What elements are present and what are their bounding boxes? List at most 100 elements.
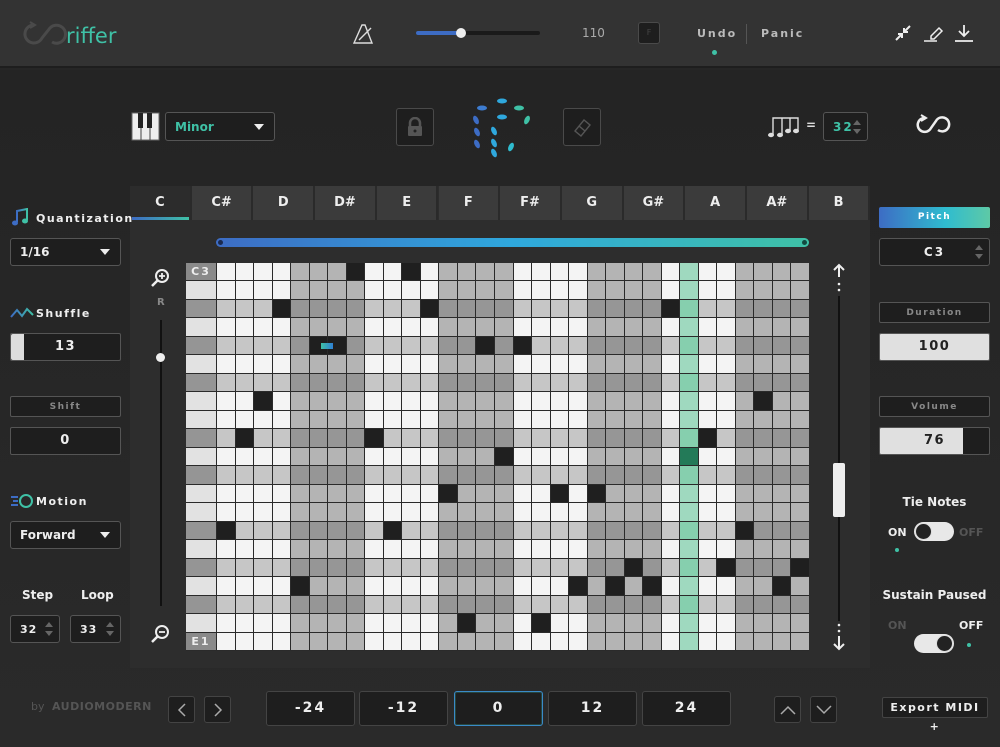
grid-cell[interactable] xyxy=(420,281,439,299)
grid-cell[interactable] xyxy=(624,318,643,336)
grid-cell[interactable] xyxy=(439,318,457,336)
grid-cell[interactable] xyxy=(457,373,476,392)
grid-cell[interactable] xyxy=(587,281,606,299)
grid-cell[interactable] xyxy=(346,466,365,484)
grid-cell[interactable] xyxy=(439,558,457,577)
grid-cell[interactable] xyxy=(791,318,809,336)
grid-cell[interactable] xyxy=(272,355,291,373)
grid-cell[interactable] xyxy=(439,577,457,595)
note-cell[interactable] xyxy=(291,577,309,595)
grid-cell[interactable] xyxy=(235,447,254,466)
grid-cell[interactable] xyxy=(439,614,457,632)
grid-cell[interactable] xyxy=(328,540,346,558)
grid-cell[interactable] xyxy=(606,355,624,373)
grid-cell[interactable] xyxy=(476,521,494,540)
grid-cell[interactable] xyxy=(661,466,680,484)
grid-cell[interactable] xyxy=(402,392,420,410)
zoom-slider[interactable] xyxy=(160,320,162,606)
grid-cell[interactable] xyxy=(661,263,680,281)
grid-cell[interactable] xyxy=(791,447,809,466)
grid-cell[interactable] xyxy=(309,614,328,632)
grid-cell[interactable] xyxy=(606,429,624,447)
volume-slider[interactable]: 76 xyxy=(879,427,990,455)
grid-cell[interactable] xyxy=(328,429,346,447)
grid-cell[interactable] xyxy=(365,392,383,410)
grid-cell[interactable] xyxy=(420,595,439,614)
grid-cell[interactable] xyxy=(272,577,291,595)
stepper-arrows-icon[interactable] xyxy=(853,119,861,134)
grid-cell[interactable] xyxy=(217,558,235,577)
grid-cell[interactable] xyxy=(754,263,772,281)
grid-cell[interactable] xyxy=(643,373,661,392)
key-tab-c-sharp[interactable]: C# xyxy=(191,186,254,220)
grid-cell[interactable] xyxy=(328,577,346,595)
grid-cell[interactable] xyxy=(643,466,661,484)
grid-cell[interactable] xyxy=(754,336,772,355)
grid-cell[interactable] xyxy=(254,540,272,558)
grid-cell[interactable] xyxy=(235,410,254,429)
grid-cell[interactable] xyxy=(420,447,439,466)
playhead-cell[interactable] xyxy=(680,540,698,558)
grid-cell[interactable] xyxy=(494,466,513,484)
grid-cell[interactable] xyxy=(494,336,513,355)
note-cell[interactable] xyxy=(439,484,457,503)
playhead-cell[interactable] xyxy=(680,484,698,503)
grid-cell[interactable] xyxy=(402,577,420,595)
grid-cell[interactable] xyxy=(513,484,532,503)
grid-cell[interactable] xyxy=(698,558,717,577)
grid-cell[interactable] xyxy=(513,577,532,595)
panic-button[interactable]: Panic xyxy=(761,27,804,40)
grid-cell[interactable] xyxy=(439,355,457,373)
grid-cell[interactable] xyxy=(587,410,606,429)
grid-cell[interactable] xyxy=(457,503,476,521)
grid-cell[interactable] xyxy=(772,429,791,447)
grid-cell[interactable] xyxy=(494,373,513,392)
grid-cell[interactable] xyxy=(476,355,494,373)
grid-cell[interactable] xyxy=(420,392,439,410)
grid-cell[interactable] xyxy=(254,595,272,614)
lock-button[interactable] xyxy=(396,108,434,146)
grid-cell[interactable] xyxy=(217,484,235,503)
grid-cell[interactable] xyxy=(717,614,735,632)
playhead-cell[interactable] xyxy=(680,447,698,466)
grid-cell[interactable] xyxy=(457,466,476,484)
grid-cell[interactable] xyxy=(402,466,420,484)
previous-button[interactable] xyxy=(168,696,195,723)
grid-cell[interactable] xyxy=(420,429,439,447)
grid-cell[interactable] xyxy=(569,614,587,632)
grid-cell[interactable] xyxy=(457,632,476,650)
grid-cell[interactable] xyxy=(550,392,569,410)
grid-cell[interactable] xyxy=(587,540,606,558)
grid-cell[interactable] xyxy=(420,521,439,540)
grid-cell[interactable] xyxy=(624,595,643,614)
playhead-cell[interactable] xyxy=(680,318,698,336)
grid-cell[interactable] xyxy=(217,299,235,318)
row-key-c2[interactable] xyxy=(186,484,216,503)
playhead-cell[interactable] xyxy=(680,466,698,484)
grid-cell[interactable] xyxy=(735,355,754,373)
grid-cell[interactable] xyxy=(420,263,439,281)
grid-cell[interactable] xyxy=(624,632,643,650)
grid-cell[interactable] xyxy=(698,521,717,540)
grid-cell[interactable] xyxy=(661,410,680,429)
playhead-cell[interactable] xyxy=(680,336,698,355)
grid-cell[interactable] xyxy=(328,521,346,540)
grid-cell[interactable] xyxy=(217,392,235,410)
grid-cell[interactable] xyxy=(698,299,717,318)
zoom-in-icon[interactable] xyxy=(150,268,170,288)
grid-cell[interactable] xyxy=(254,503,272,521)
grid-cell[interactable] xyxy=(402,318,420,336)
grid-cell[interactable] xyxy=(735,281,754,299)
grid-cell[interactable] xyxy=(791,281,809,299)
grid-cell[interactable] xyxy=(420,614,439,632)
grid-cell[interactable] xyxy=(309,392,328,410)
grid-cell[interactable] xyxy=(624,299,643,318)
grid-cell[interactable] xyxy=(402,281,420,299)
grid-cell[interactable] xyxy=(383,299,402,318)
grid-cell[interactable] xyxy=(717,466,735,484)
grid-cell[interactable] xyxy=(309,299,328,318)
grid-cell[interactable] xyxy=(791,373,809,392)
grid-cell[interactable] xyxy=(328,318,346,336)
grid-cell[interactable] xyxy=(754,521,772,540)
grid-cell[interactable] xyxy=(791,577,809,595)
